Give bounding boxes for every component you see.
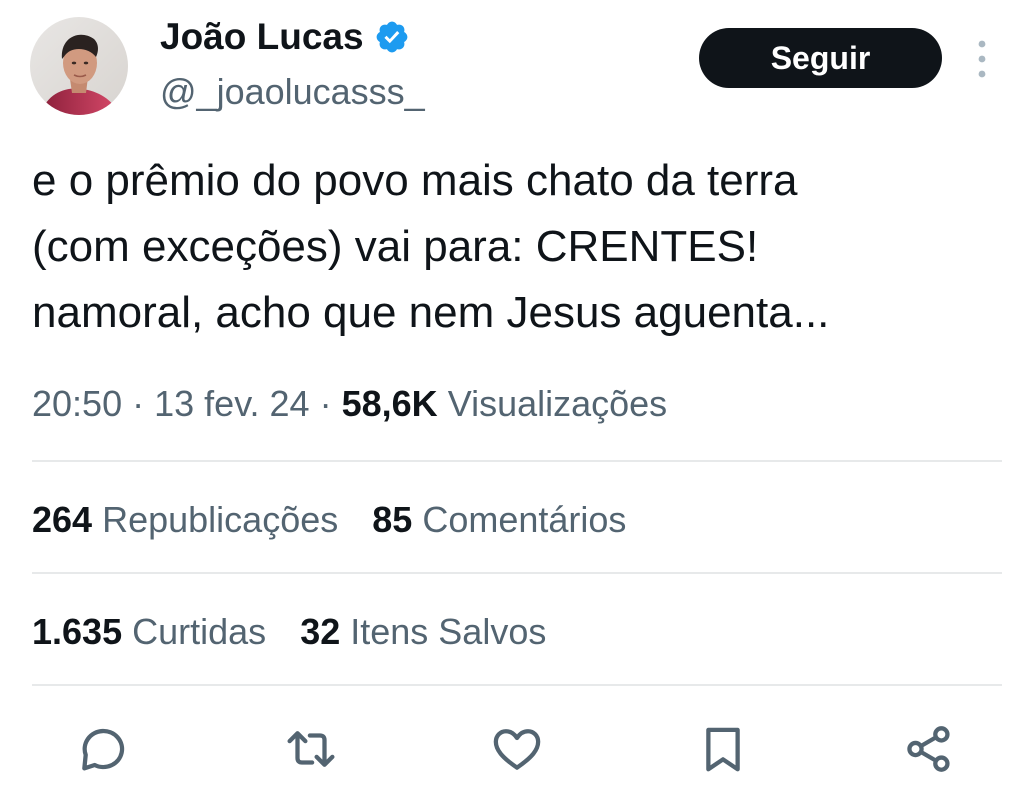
comments-count: 85 — [372, 499, 413, 540]
comments-stat[interactable]: 85 Comentários — [372, 496, 626, 544]
saves-count: 32 — [300, 611, 341, 652]
repost-icon[interactable] — [284, 722, 338, 776]
author-name-row[interactable]: João Lucas — [160, 14, 410, 60]
avatar-image — [30, 17, 128, 115]
reposts-label: Republicações — [102, 499, 339, 540]
views-label: Visualizações — [447, 383, 668, 424]
meta-separator: · — [319, 383, 332, 424]
author-display-name[interactable]: João Lucas — [160, 14, 364, 60]
tweet-date[interactable]: 13 fev. 24 — [154, 383, 309, 424]
like-icon[interactable] — [490, 722, 544, 776]
likes-count: 1.635 — [32, 611, 123, 652]
reply-icon[interactable] — [74, 722, 128, 776]
meta-separator: · — [132, 383, 145, 424]
likes-stat[interactable]: 1.635 Curtidas — [32, 608, 266, 656]
tweet-text: e o prêmio do povo mais chato da terra (… — [32, 156, 830, 337]
verified-badge-icon[interactable] — [374, 19, 410, 55]
views-count: 58,6K — [341, 383, 438, 424]
saves-label: Itens Salvos — [350, 611, 547, 652]
tweet-meta: 20:50 · 13 fev. 24 · 58,6K Visualizações — [32, 380, 667, 428]
stats-row-engagement: 264 Republicações 85 Comentários — [32, 496, 626, 544]
likes-label: Curtidas — [132, 611, 267, 652]
follow-button[interactable]: Seguir — [699, 28, 942, 88]
saves-stat[interactable]: 32 Itens Salvos — [300, 608, 546, 656]
bookmark-icon[interactable] — [696, 722, 750, 776]
divider — [32, 684, 1002, 686]
stats-row-likes: 1.635 Curtidas 32 Itens Salvos — [32, 608, 546, 656]
reposts-stat[interactable]: 264 Republicações — [32, 496, 338, 544]
tweet-time[interactable]: 20:50 — [32, 383, 122, 424]
more-options-icon[interactable] — [970, 38, 994, 80]
author-handle[interactable]: @_joaolucasss_ — [160, 70, 425, 114]
reposts-count: 264 — [32, 499, 93, 540]
divider — [32, 572, 1002, 574]
comments-label: Comentários — [422, 499, 627, 540]
divider — [32, 460, 1002, 462]
share-icon[interactable] — [902, 722, 956, 776]
avatar[interactable] — [30, 17, 128, 115]
